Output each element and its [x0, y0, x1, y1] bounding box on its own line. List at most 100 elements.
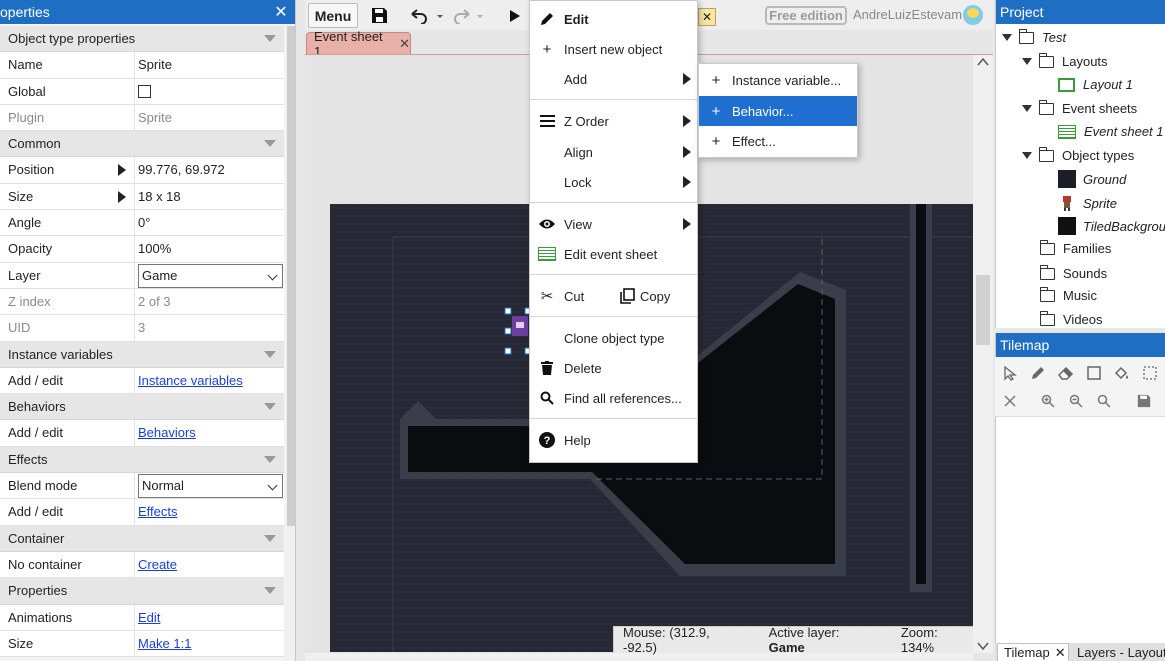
row-beh-add[interactable]: Add / edit Behaviors: [0, 420, 284, 447]
group-container[interactable]: Container: [0, 525, 284, 552]
collapse-icon[interactable]: [264, 140, 276, 148]
row-animations[interactable]: Animations Edit: [0, 604, 284, 631]
opacity-value[interactable]: 100%: [135, 236, 284, 261]
user-name[interactable]: AndreLuizEstevam: [853, 7, 962, 22]
zoom-in-icon[interactable]: [1039, 392, 1057, 410]
menu-item-copy[interactable]: Copy: [610, 282, 698, 310]
row-psize[interactable]: Size Make 1:1: [0, 630, 284, 658]
tab-event-sheet-1[interactable]: Event sheet 1 ✕: [306, 29, 411, 59]
hidden-tab-close-icon[interactable]: ✕: [698, 8, 716, 26]
effects-link[interactable]: Effects: [138, 504, 178, 519]
row-eff-add[interactable]: Add / edit Effects: [0, 499, 284, 526]
row-opacity[interactable]: Opacity 100%: [0, 236, 284, 263]
row-iv-add[interactable]: Add / edit Instance variables: [0, 367, 284, 395]
angle-value[interactable]: 0°: [135, 210, 284, 235]
tree-node-sprite[interactable]: Sprite: [1058, 194, 1117, 212]
free-edition-badge[interactable]: Free edition: [765, 6, 847, 25]
paint-bucket-icon[interactable]: [1113, 364, 1131, 382]
tree-node-music[interactable]: Music: [1039, 286, 1097, 303]
row-layer[interactable]: Layer Game: [0, 262, 284, 289]
scrollbar-thumb[interactable]: [976, 275, 990, 345]
tree-node-layout-1[interactable]: Layout 1: [1058, 77, 1133, 92]
row-global[interactable]: Global: [0, 78, 284, 105]
menu-item-lock[interactable]: Lock: [530, 168, 697, 196]
submenu-item-instance-variable[interactable]: + Instance variable...: [699, 66, 857, 94]
menu-item-insert-new-object[interactable]: + Insert new object: [530, 35, 697, 63]
row-angle[interactable]: Angle 0°: [0, 210, 284, 237]
menu-item-edit[interactable]: Edit: [530, 5, 697, 33]
redo-icon[interactable]: [450, 3, 486, 28]
collapse-icon[interactable]: [264, 455, 276, 463]
menu-item-edit-event-sheet[interactable]: Edit event sheet: [530, 240, 697, 268]
expand-icon[interactable]: [1022, 152, 1032, 159]
zoom-out-icon[interactable]: [1067, 392, 1085, 410]
selection-icon[interactable]: [1141, 364, 1159, 382]
expand-icon[interactable]: [118, 164, 126, 177]
row-blend[interactable]: Blend mode Normal: [0, 473, 284, 500]
avatar[interactable]: [963, 5, 983, 25]
group-common[interactable]: Common: [0, 131, 284, 158]
menu-item-align[interactable]: Align: [530, 138, 697, 166]
expand-icon[interactable]: [118, 190, 126, 203]
tree-node-layouts[interactable]: Layouts: [1022, 52, 1108, 69]
group-effects[interactable]: Effects: [0, 446, 284, 474]
tree-node-object-types[interactable]: Object types: [1022, 146, 1134, 163]
global-checkbox[interactable]: [138, 84, 151, 98]
row-position[interactable]: Position 99.776, 69.972: [0, 157, 284, 184]
pencil-icon[interactable]: [1029, 364, 1047, 382]
save-icon[interactable]: [368, 3, 390, 28]
collapse-icon[interactable]: [264, 587, 276, 595]
menu-item-find-all-references[interactable]: Find all references...: [530, 384, 697, 412]
eraser-icon[interactable]: [1057, 364, 1075, 382]
tree-node-videos[interactable]: Videos: [1039, 310, 1103, 327]
menu-item-view[interactable]: View: [530, 210, 697, 238]
menu-item-help[interactable]: ? Help: [530, 426, 697, 454]
collapse-icon[interactable]: [264, 534, 276, 542]
menu-item-cut[interactable]: ✂ Cut: [530, 282, 610, 310]
close-icon[interactable]: ✕: [399, 36, 410, 52]
make-1-1-link[interactable]: Make 1:1: [138, 636, 191, 651]
tree-node-event-sheet-1[interactable]: Event sheet 1: [1058, 124, 1164, 139]
edit-animations-link[interactable]: Edit: [138, 610, 160, 625]
submenu-item-behavior[interactable]: + Behavior...: [699, 96, 857, 126]
behaviors-link[interactable]: Behaviors: [138, 425, 196, 440]
tree-node-event-sheets[interactable]: Event sheets: [1022, 99, 1137, 116]
tree-node-families[interactable]: Families: [1039, 239, 1111, 256]
tree-node-tiledbackground[interactable]: TiledBackground: [1058, 217, 1165, 235]
save-icon[interactable]: [1135, 392, 1153, 410]
cursor-icon[interactable]: [1001, 364, 1019, 382]
scrollbar-thumb[interactable]: [287, 26, 295, 526]
canvas-vertical-scrollbar[interactable]: [973, 55, 993, 653]
collapse-icon[interactable]: [264, 350, 276, 358]
play-icon[interactable]: [505, 3, 525, 28]
menu-item-clone-object-type[interactable]: Clone object type: [530, 324, 697, 352]
group-object-type[interactable]: Object type properties: [0, 26, 284, 53]
expand-icon[interactable]: [1022, 58, 1032, 65]
close-icon[interactable]: [1001, 392, 1019, 410]
tree-node-test[interactable]: Test: [1002, 28, 1066, 45]
menu-button[interactable]: Menu: [308, 3, 358, 28]
menu-item-add[interactable]: Add: [530, 65, 697, 93]
group-properties[interactable]: Properties: [0, 578, 284, 605]
blend-mode-select[interactable]: Normal: [138, 474, 283, 499]
tree-node-ground[interactable]: Ground: [1058, 170, 1126, 188]
submenu-item-effect[interactable]: + Effect...: [699, 127, 857, 155]
size-value[interactable]: 18 x 18: [135, 184, 284, 209]
menu-item-z-order[interactable]: Z Order: [530, 107, 697, 135]
tab-tilemap[interactable]: Tilemap ✕: [997, 643, 1069, 661]
properties-scrollbar[interactable]: [286, 26, 295, 661]
expand-icon[interactable]: [1022, 105, 1032, 112]
row-size[interactable]: Size 18 x 18: [0, 183, 284, 211]
close-icon[interactable]: ✕: [1055, 645, 1066, 661]
tree-node-sounds[interactable]: Sounds: [1039, 264, 1107, 281]
menu-item-delete[interactable]: Delete: [530, 354, 697, 382]
layer-select[interactable]: Game: [138, 263, 283, 288]
tab-layers-layout[interactable]: Layers - Layout: [1071, 643, 1165, 661]
close-icon[interactable]: ✕: [271, 2, 291, 22]
collapse-icon[interactable]: [264, 403, 276, 411]
name-value[interactable]: Sprite: [135, 52, 284, 77]
group-behaviors[interactable]: Behaviors: [0, 394, 284, 421]
group-instance-variables[interactable]: Instance variables: [0, 341, 284, 368]
instance-variables-link[interactable]: Instance variables: [138, 373, 243, 388]
row-name[interactable]: Name Sprite: [0, 52, 284, 79]
